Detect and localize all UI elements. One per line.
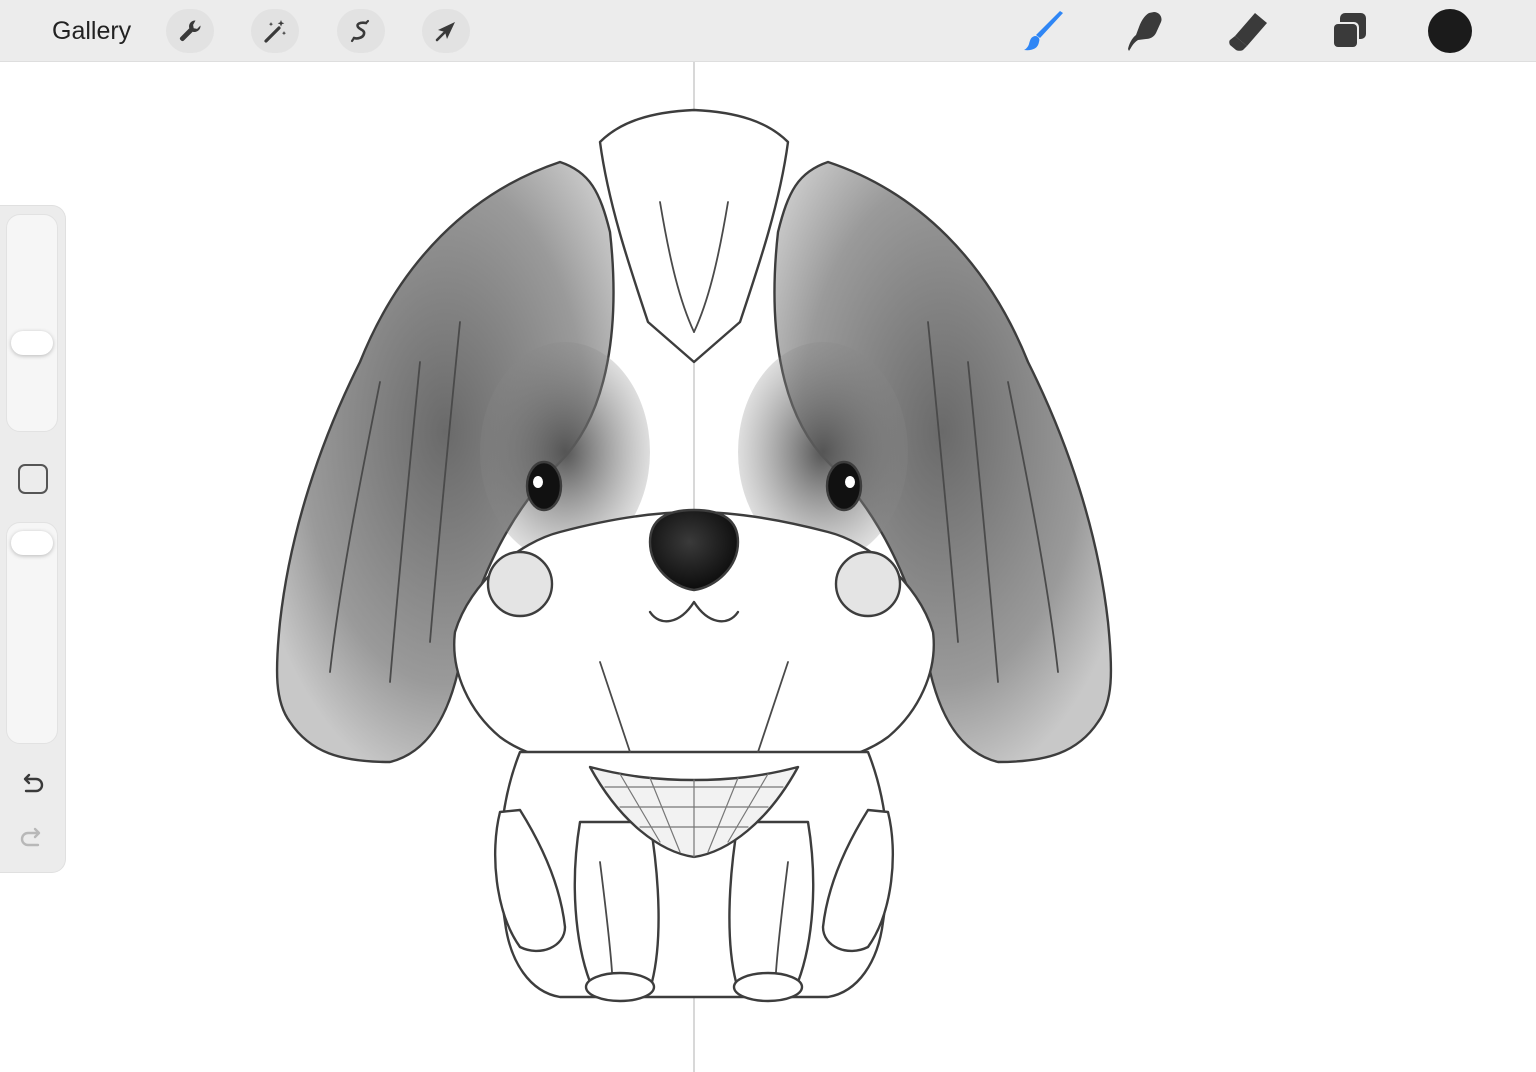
procreate-app: Gallery: [0, 0, 1536, 1072]
magic-wand-icon: [264, 20, 287, 43]
top-toolbar: Gallery: [0, 0, 1536, 62]
head-tuft: [598, 108, 790, 364]
selection-s-icon: [350, 19, 370, 43]
right-cheek: [834, 550, 902, 618]
gallery-button[interactable]: Gallery: [40, 12, 143, 50]
eraser-icon: [1229, 13, 1267, 51]
wrench-icon: [179, 20, 201, 42]
dog-sketch-artwork: [275, 62, 1113, 1072]
smudge-tool-button[interactable]: [1122, 8, 1170, 54]
transform-button[interactable]: [422, 9, 470, 53]
drawing-canvas[interactable]: [0, 62, 1536, 1072]
actions-button[interactable]: [166, 9, 214, 53]
brush-tool-button[interactable]: [1021, 8, 1069, 54]
eraser-tool-button[interactable]: [1224, 8, 1272, 54]
left-front-leg: [573, 820, 660, 995]
smudge-finger-icon: [1128, 12, 1162, 51]
left-eye: [525, 460, 563, 512]
color-picker-swatch[interactable]: [1428, 9, 1472, 53]
left-cheek: [486, 550, 554, 618]
selection-button[interactable]: [337, 9, 385, 53]
layers-icon: [1332, 13, 1366, 49]
right-eye: [825, 460, 863, 512]
right-front-leg: [728, 820, 815, 995]
layers-button[interactable]: [1325, 8, 1373, 54]
paintbrush-icon: [1024, 11, 1063, 51]
right-paw: [732, 971, 804, 1003]
left-paw: [584, 971, 656, 1003]
arrow-cursor-icon: [435, 22, 455, 42]
adjustments-button[interactable]: [251, 9, 299, 53]
